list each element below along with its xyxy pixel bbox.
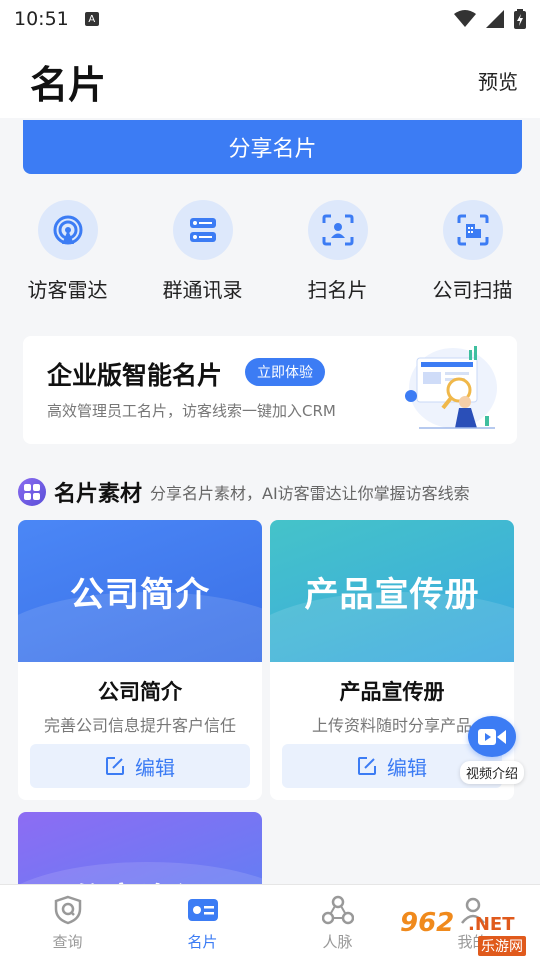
promo-subtitle: 高效管理员工名片，访客线索一键加入CRM (47, 402, 336, 420)
edit-label: 编辑 (387, 755, 427, 780)
quick-action-label: 群通讯录 (162, 278, 243, 302)
quick-action-label: 公司扫描 (432, 278, 513, 302)
tab-query[interactable]: 查询 (0, 885, 135, 960)
status-time: 10:51 (14, 8, 69, 30)
page-title: 名片 (30, 63, 107, 107)
promo-illustration (405, 346, 497, 429)
card-title: 产品宣传册 (339, 680, 445, 704)
card-banner: 公司简介 (18, 520, 262, 662)
card-banner-text: 产品宣传册 (304, 574, 480, 615)
card-title: 公司简介 (98, 680, 182, 704)
watermark-site: 乐游网 (478, 936, 526, 956)
battery-icon (514, 9, 526, 29)
quick-action-group-contacts[interactable]: 群通讯录 (135, 200, 270, 310)
shield-search-icon (54, 895, 81, 925)
materials-section-header: 名片素材 分享名片素材，AI访客雷达让你掌握访客线索 (18, 474, 528, 510)
try-now-button[interactable]: 立即体验 (245, 358, 325, 386)
edit-icon (358, 757, 376, 775)
app-header: 名片 预览 (0, 38, 540, 118)
tab-label: 人脉 (322, 933, 353, 951)
tab-label: 查询 (52, 933, 83, 951)
preview-button[interactable]: 预览 (478, 66, 518, 95)
card-description: 完善公司信息提升客户信任 (43, 716, 236, 735)
site-watermark: 962 .NET 乐游网 (400, 908, 534, 956)
video-camera-icon (468, 716, 516, 757)
section-title: 名片素材 (54, 482, 143, 507)
material-card-share-news[interactable]: 分享资讯 (18, 812, 262, 884)
edit-icon (106, 757, 124, 775)
section-description: 分享名片素材，AI访客雷达让你掌握访客线索 (150, 484, 470, 503)
tab-label: 名片 (187, 933, 218, 951)
watermark-number: 962 (400, 908, 455, 938)
tab-card[interactable]: 名片 (135, 885, 270, 960)
status-bar: 10:51 A (0, 0, 540, 38)
edit-button[interactable]: 编辑 (30, 744, 250, 788)
network-icon (321, 895, 354, 925)
card-banner: 分享资讯 (18, 812, 262, 884)
notification-icon: A (84, 12, 99, 26)
promo-title: 企业版智能名片 (47, 361, 223, 390)
quick-action-label: 扫名片 (307, 278, 368, 302)
edit-label: 编辑 (135, 755, 175, 780)
scan-card-icon (307, 200, 368, 260)
material-card-company-profile[interactable]: 公司简介 公司简介 完善公司信息提升客户信任 编辑 (18, 520, 262, 800)
wifi-icon (454, 10, 476, 27)
card-banner-text: 公司简介 (70, 574, 210, 615)
status-indicators (454, 9, 526, 29)
enterprise-promo-banner[interactable]: 企业版智能名片 立即体验 高效管理员工名片，访客线索一键加入CRM (23, 336, 517, 444)
quick-action-label: 访客雷达 (27, 278, 108, 302)
signal-icon (486, 10, 504, 28)
quick-actions: 访客雷达 群通讯录 扫名片 公司扫描 (0, 200, 540, 310)
card-banner-text: 分享资讯 (70, 873, 210, 885)
quick-action-company-scan[interactable]: 公司扫描 (405, 200, 540, 310)
company-scan-icon (442, 200, 503, 260)
tab-network[interactable]: 人脉 (270, 885, 405, 960)
video-intro-label: 视频介绍 (459, 761, 524, 784)
quick-action-scan-card[interactable]: 扫名片 (270, 200, 405, 310)
contact-list-icon (172, 200, 233, 260)
radar-icon (37, 200, 98, 260)
grid-icon (18, 478, 46, 506)
quick-action-visitor-radar[interactable]: 访客雷达 (0, 200, 135, 310)
watermark-suffix: .NET (468, 914, 515, 935)
video-intro-button[interactable]: 视频介绍 (456, 716, 528, 784)
share-card-button[interactable]: 分享名片 (23, 120, 522, 174)
card-icon (187, 899, 218, 921)
card-banner: 产品宣传册 (270, 520, 514, 662)
